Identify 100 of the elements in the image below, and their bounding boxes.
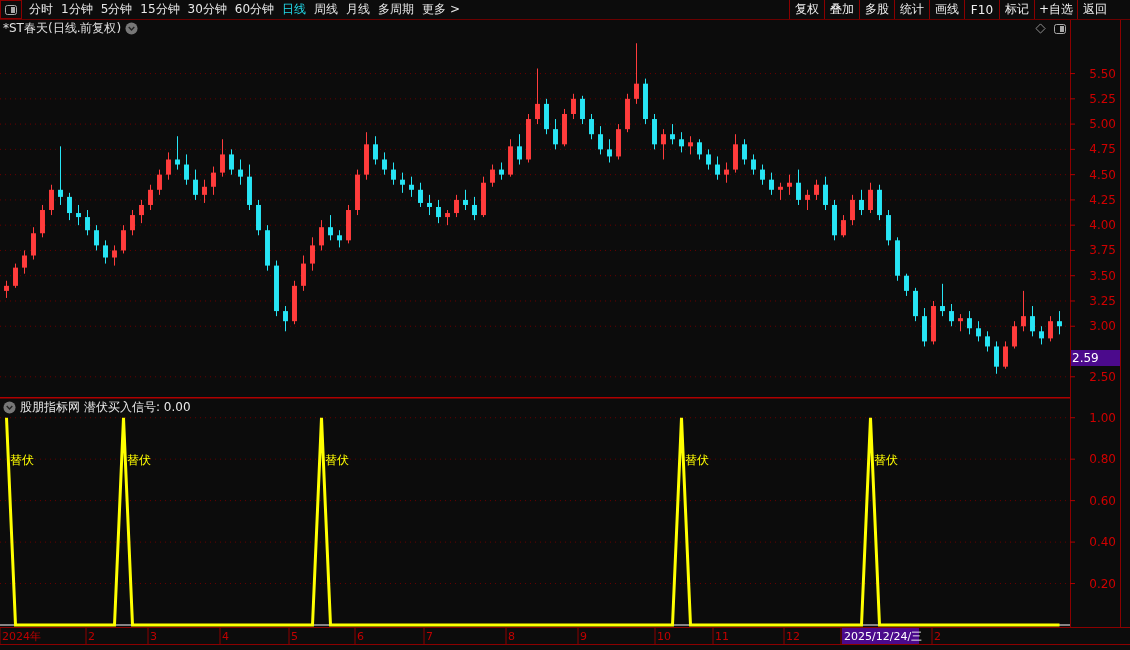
period-tab[interactable]: 月线 bbox=[342, 0, 375, 19]
candle bbox=[607, 138, 612, 163]
signal-label: 替伏 bbox=[873, 453, 898, 468]
candle bbox=[796, 169, 801, 206]
candle bbox=[1057, 310, 1062, 335]
candle bbox=[166, 151, 171, 181]
candle bbox=[886, 209, 891, 246]
candle bbox=[589, 113, 594, 140]
candle bbox=[238, 159, 243, 186]
candle bbox=[58, 145, 63, 206]
candle bbox=[1021, 290, 1026, 332]
price-tick-label: 3.75 bbox=[1089, 243, 1116, 258]
indicator-tick-label: 0.40 bbox=[1089, 535, 1116, 550]
candle bbox=[76, 204, 81, 226]
indicator-title: 潜伏买入信号: 0.00 bbox=[84, 399, 191, 416]
candle bbox=[472, 196, 477, 221]
candle bbox=[823, 176, 828, 211]
candle bbox=[904, 273, 909, 297]
candle bbox=[391, 162, 396, 186]
period-tab[interactable]: 日线 bbox=[278, 0, 311, 19]
candle bbox=[571, 93, 576, 120]
date-label: 11 bbox=[715, 630, 729, 643]
indicator-tick-label: 0.60 bbox=[1089, 493, 1116, 508]
candle bbox=[526, 113, 531, 163]
period-tab[interactable]: 多周期 bbox=[374, 0, 419, 19]
candle bbox=[4, 280, 9, 299]
candle bbox=[184, 153, 189, 186]
signal-label: 替伏 bbox=[126, 453, 151, 468]
candle bbox=[220, 138, 225, 178]
candle bbox=[859, 189, 864, 216]
panel-icon[interactable] bbox=[1054, 23, 1066, 34]
candle bbox=[544, 98, 549, 135]
period-tab[interactable]: 周线 bbox=[310, 0, 343, 19]
candle bbox=[715, 155, 720, 181]
candle bbox=[139, 199, 144, 224]
date-label: 5 bbox=[291, 630, 298, 643]
candle bbox=[661, 128, 666, 160]
chevron-down-icon[interactable] bbox=[125, 22, 139, 35]
indicator-source: 股朋指标网 bbox=[20, 399, 80, 416]
candle bbox=[805, 189, 810, 211]
candle bbox=[895, 236, 900, 282]
candle bbox=[913, 287, 918, 322]
diamond-icon[interactable] bbox=[1035, 23, 1046, 34]
candle bbox=[688, 135, 693, 155]
candle bbox=[292, 280, 297, 325]
candle bbox=[994, 340, 999, 375]
date-label: 3 bbox=[150, 630, 157, 643]
candle bbox=[724, 162, 729, 184]
price-tick-label: 5.25 bbox=[1089, 91, 1116, 106]
candle bbox=[490, 164, 495, 188]
candle bbox=[697, 138, 702, 160]
period-tab[interactable]: 分时 bbox=[25, 0, 57, 19]
signal-label: 替伏 bbox=[684, 453, 709, 468]
candle bbox=[67, 192, 72, 221]
date-label: 7 bbox=[426, 630, 433, 643]
candle bbox=[985, 330, 990, 352]
sidebar-toggle-button[interactable] bbox=[0, 0, 22, 19]
period-tab[interactable]: 5分钟 bbox=[96, 0, 137, 19]
candle bbox=[868, 182, 873, 214]
indicator-tick-label: 0.80 bbox=[1089, 452, 1116, 467]
chevron-down-icon[interactable] bbox=[3, 401, 16, 414]
date-label: 2 bbox=[88, 630, 95, 643]
candle bbox=[598, 125, 603, 155]
candle bbox=[328, 214, 333, 241]
candle bbox=[652, 113, 657, 150]
candle bbox=[751, 153, 756, 176]
period-tab[interactable]: 60分钟 bbox=[230, 0, 279, 19]
price-tick-label: 3.25 bbox=[1089, 294, 1116, 308]
date-label: 2 bbox=[934, 630, 941, 643]
price-tick-label: 4.00 bbox=[1089, 218, 1116, 233]
period-tab[interactable]: 30分钟 bbox=[183, 0, 231, 19]
candle bbox=[445, 209, 450, 226]
period-tab[interactable]: 1分钟 bbox=[57, 0, 97, 19]
candle bbox=[787, 174, 792, 196]
candle bbox=[499, 162, 504, 181]
candle bbox=[670, 123, 675, 145]
candle bbox=[616, 123, 621, 160]
date-label: 12 bbox=[786, 630, 800, 643]
period-tab[interactable]: 更多 > bbox=[418, 0, 464, 19]
candle bbox=[148, 184, 153, 211]
candle bbox=[733, 133, 738, 174]
price-tick-label: 5.50 bbox=[1089, 66, 1116, 81]
cursor-date-label: 2025/12/24/三 bbox=[842, 628, 923, 644]
candle bbox=[832, 199, 837, 241]
candle bbox=[922, 307, 927, 347]
period-tab[interactable]: 15分钟 bbox=[136, 0, 184, 19]
candle bbox=[175, 135, 180, 171]
candle bbox=[274, 260, 279, 317]
stock-title: *ST春天(日线.前复权) bbox=[3, 20, 122, 37]
candle bbox=[634, 42, 639, 105]
candle bbox=[301, 255, 306, 292]
candle bbox=[535, 68, 540, 125]
candle bbox=[211, 166, 216, 196]
candle bbox=[625, 93, 630, 133]
candle bbox=[679, 131, 684, 153]
candle bbox=[400, 172, 405, 194]
indicator-tick-label: 1.00 bbox=[1089, 410, 1116, 425]
candle bbox=[373, 135, 378, 166]
candle bbox=[256, 199, 261, 236]
indicator-tick-label: 0.20 bbox=[1089, 576, 1116, 591]
